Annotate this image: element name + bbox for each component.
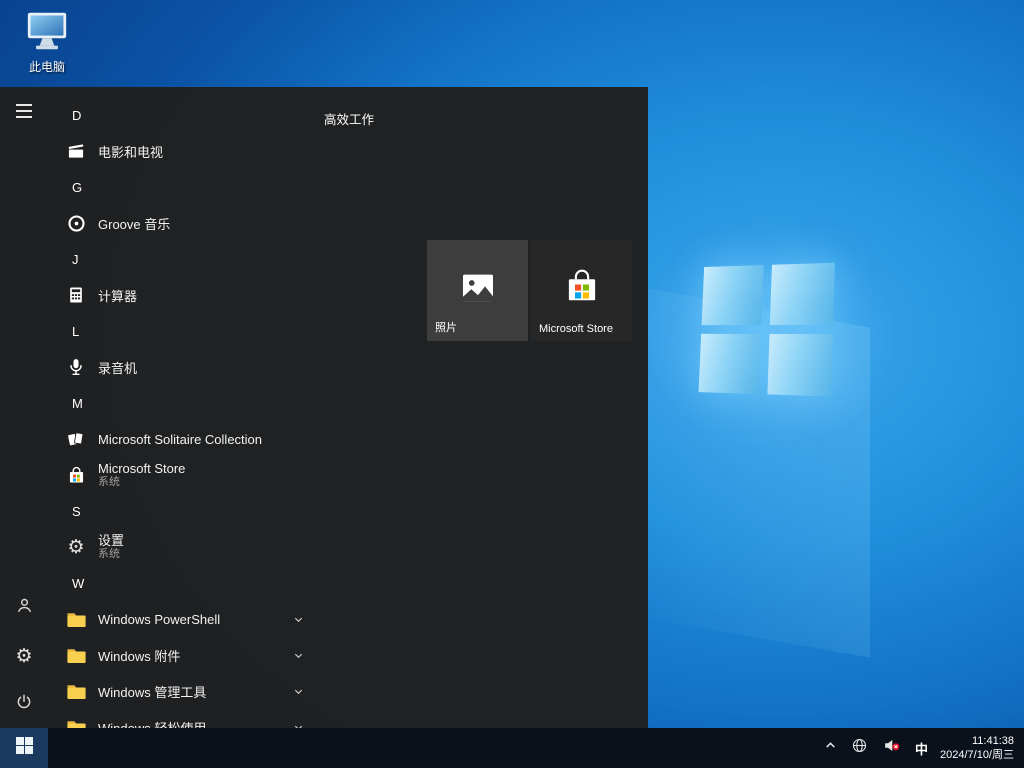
start-menu-rail: ⚙ [0, 87, 48, 728]
taskbar: 中 11:41:38 2024/7/10/周三 [0, 728, 1024, 768]
tile-microsoft-store[interactable]: Microsoft Store [531, 240, 632, 341]
windows-logo-pane [702, 265, 764, 325]
folder-item-windows-admin-tools[interactable]: Windows 管理工具 [48, 673, 312, 709]
app-label: Microsoft Solitaire Collection [98, 432, 262, 447]
app-list-letter-j[interactable]: J [48, 241, 312, 277]
start-button[interactable] [0, 728, 48, 768]
chevron-down-icon[interactable] [293, 650, 304, 661]
tile-label: Microsoft Store [539, 323, 613, 335]
volume-button[interactable] [875, 728, 908, 768]
app-list-letter-l[interactable]: L [48, 313, 312, 349]
user-account-button[interactable] [0, 584, 48, 632]
tile-group-title[interactable]: 高效工作 [324, 109, 374, 128]
start-menu-app-list: D 电影和电视 G Groove 音乐 J [48, 97, 312, 728]
start-menu: ⚙ D 电影和电视 G [0, 87, 648, 728]
app-label: Microsoft Store [98, 461, 185, 477]
app-label: 计算器 [98, 286, 137, 305]
app-item-groove-music[interactable]: Groove 音乐 [48, 205, 312, 241]
letter-label: L [72, 324, 79, 339]
windows-logo-pane [769, 263, 834, 325]
power-icon [15, 693, 33, 716]
power-button[interactable] [0, 680, 48, 728]
gear-icon: ⚙ [15, 647, 32, 666]
app-item-calculator[interactable]: 计算器 [48, 277, 312, 313]
windows-logo-pane [767, 333, 833, 396]
movies-tv-icon [64, 139, 88, 163]
store-icon [561, 267, 603, 314]
app-label: Windows 附件 [98, 646, 180, 665]
hamburger-icon [16, 104, 32, 118]
app-item-movies-tv[interactable]: 电影和电视 [48, 133, 312, 169]
groove-music-icon [64, 211, 88, 235]
settings-gear-icon: ⚙ [64, 535, 88, 559]
app-label: Windows PowerShell [98, 612, 220, 627]
clock[interactable]: 11:41:38 2024/7/10/周三 [935, 734, 1024, 762]
ime-label: 中 [915, 739, 928, 758]
app-label: Windows 管理工具 [98, 682, 206, 701]
app-list-letter-m[interactable]: M [48, 385, 312, 421]
folder-item-windows-accessories[interactable]: Windows 附件 [48, 637, 312, 673]
letter-label: G [72, 180, 82, 195]
app-item-microsoft-store[interactable]: Microsoft Store 系统 [48, 457, 312, 493]
app-item-settings[interactable]: ⚙ 设置 系统 [48, 529, 312, 565]
wallpaper-windows-logo [699, 263, 835, 397]
this-pc-icon [25, 10, 69, 57]
network-button[interactable] [844, 728, 875, 768]
system-tray: 中 11:41:38 2024/7/10/周三 [817, 728, 1024, 768]
app-list-letter-g[interactable]: G [48, 169, 312, 205]
app-label: 设置 [98, 533, 124, 549]
windows-logo-icon [16, 737, 33, 759]
ime-indicator[interactable]: 中 [908, 728, 935, 768]
app-label: Windows 轻松使用 [98, 718, 206, 729]
folder-icon [64, 643, 88, 667]
expand-menu-button[interactable] [0, 87, 48, 135]
store-icon [64, 463, 88, 487]
calculator-icon [64, 283, 88, 307]
app-item-solitaire[interactable]: Microsoft Solitaire Collection [48, 421, 312, 457]
tray-overflow-button[interactable] [817, 728, 844, 768]
settings-button[interactable]: ⚙ [0, 632, 48, 680]
tile-group: 照片 Microsoft Store [427, 240, 632, 341]
windows-logo-pane [699, 333, 761, 394]
clock-date: 2024/7/10/周三 [940, 748, 1014, 762]
folder-icon [64, 607, 88, 631]
user-icon [15, 596, 34, 620]
app-label: 电影和电视 [98, 142, 163, 161]
tile-label: 照片 [435, 319, 457, 335]
chevron-down-icon[interactable] [293, 686, 304, 697]
chevron-up-icon [824, 739, 837, 757]
app-item-voice-recorder[interactable]: 录音机 [48, 349, 312, 385]
app-subtitle: 系统 [98, 476, 185, 489]
desktop-icon-this-pc[interactable]: 此电脑 [14, 10, 80, 75]
solitaire-icon [64, 427, 88, 451]
app-subtitle: 系统 [98, 548, 124, 561]
app-list-letter-s[interactable]: S [48, 493, 312, 529]
app-list-letter-d[interactable]: D [48, 97, 312, 133]
folder-icon [64, 679, 88, 703]
app-label: 录音机 [98, 358, 137, 377]
desktop-icon-label: 此电脑 [29, 58, 65, 75]
folder-icon [64, 715, 88, 728]
photos-icon [458, 268, 498, 313]
app-label: Groove 音乐 [98, 214, 170, 233]
letter-label: J [72, 252, 79, 267]
volume-muted-icon [882, 736, 901, 760]
folder-item-windows-powershell[interactable]: Windows PowerShell [48, 601, 312, 637]
voice-recorder-icon [64, 355, 88, 379]
letter-label: W [72, 576, 84, 591]
letter-label: D [72, 108, 81, 123]
app-list-letter-w[interactable]: W [48, 565, 312, 601]
folder-item-windows-ease-of-access[interactable]: Windows 轻松使用 [48, 709, 312, 728]
clock-time: 11:41:38 [940, 734, 1014, 748]
letter-label: S [72, 504, 81, 519]
globe-network-icon [851, 737, 868, 759]
letter-label: M [72, 396, 83, 411]
chevron-down-icon[interactable] [293, 614, 304, 625]
tile-photos[interactable]: 照片 [427, 240, 528, 341]
